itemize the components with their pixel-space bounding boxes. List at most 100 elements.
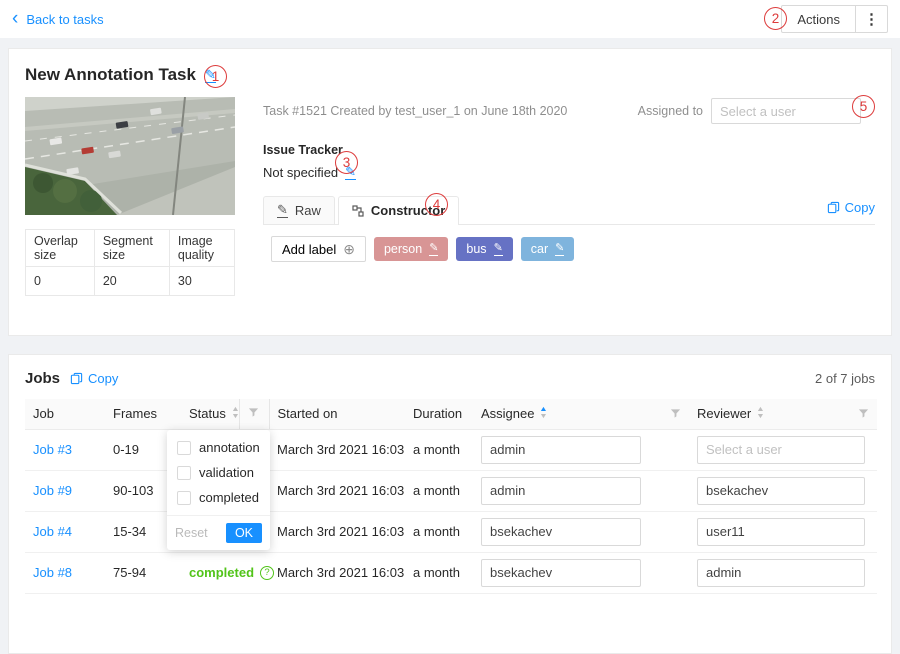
- filter-funnel-icon: [248, 407, 259, 418]
- jobs-count: 2 of 7 jobs: [815, 371, 875, 386]
- jobs-table-header-row: Job Frames Status Started on Duration As…: [25, 399, 877, 429]
- column-assignee-label: Assignee: [481, 406, 534, 421]
- duration-cell: a month: [405, 429, 473, 470]
- label-chip-person-name: person: [384, 242, 422, 256]
- filter-ok-button[interactable]: OK: [226, 523, 262, 543]
- frames-cell: 75-94: [105, 552, 181, 593]
- job-link[interactable]: Job #3: [33, 442, 72, 457]
- reviewer-input[interactable]: [697, 436, 865, 464]
- filter-option-annotation-label: annotation: [199, 440, 260, 455]
- param-header-segment: Segment size: [94, 230, 169, 267]
- task-preview-image: [25, 97, 235, 215]
- checkbox-completed[interactable]: [177, 491, 191, 505]
- reviewer-input[interactable]: [697, 559, 865, 587]
- reviewer-input[interactable]: [697, 477, 865, 505]
- question-circle-icon[interactable]: ?: [260, 566, 274, 580]
- param-value-overlap: 0: [26, 267, 95, 296]
- tab-raw-label: Raw: [295, 203, 321, 218]
- param-value-segment: 20: [94, 267, 169, 296]
- filter-reset-button[interactable]: Reset: [175, 526, 208, 540]
- labels-constructor-area: Add label ⊕ person ✎ bus ✎ car ✎: [263, 225, 875, 273]
- status-completed-label: completed: [189, 565, 254, 580]
- top-navigation-bar: ‹ Back to tasks Actions ⋮: [0, 0, 900, 38]
- task-meta-text: Task #1521 Created by test_user_1 on Jun…: [263, 104, 567, 118]
- label-chip-car-name: car: [531, 242, 548, 256]
- pencil-icon: ✎: [277, 203, 288, 218]
- label-chip-person[interactable]: person ✎: [374, 237, 448, 261]
- task-assignee-select[interactable]: [711, 98, 861, 124]
- labels-tabs-bar: ✎ Raw Constructor Copy: [263, 196, 875, 225]
- jobs-table: Job Frames Status Started on Duration As…: [25, 399, 877, 594]
- jobs-card: Jobs Copy 2 of 7 jobs Job Frames Status: [8, 354, 892, 654]
- job-link[interactable]: Job #8: [33, 565, 72, 580]
- assignee-input[interactable]: [481, 436, 641, 464]
- actions-button[interactable]: Actions: [781, 5, 856, 33]
- column-frames-label: Frames: [113, 406, 157, 421]
- assignee-input[interactable]: [481, 477, 641, 505]
- edit-label-icon[interactable]: ✎: [429, 243, 438, 256]
- plus-circle-icon: ⊕: [343, 242, 355, 256]
- job-row: Job #3 0-19 March 3rd 2021 16:03 a month: [25, 429, 877, 470]
- label-chip-bus[interactable]: bus ✎: [456, 237, 512, 261]
- column-header-status[interactable]: Status: [181, 399, 239, 429]
- column-job-label: Job: [33, 406, 54, 421]
- back-to-tasks-label: Back to tasks: [26, 12, 103, 27]
- task-details-card: New Annotation Task ✎: [8, 48, 892, 336]
- edit-label-icon[interactable]: ✎: [494, 243, 503, 256]
- column-header-reviewer[interactable]: Reviewer: [689, 399, 877, 429]
- status-cell: completed ?: [181, 552, 269, 593]
- label-chip-car[interactable]: car ✎: [521, 237, 575, 261]
- actions-button-group: Actions ⋮: [781, 5, 888, 33]
- edit-issue-tracker-icon[interactable]: ✎: [345, 165, 356, 180]
- issue-tracker-label: Issue Tracker: [263, 143, 875, 157]
- job-row: Job #9 90-103 March 3rd 2021 16:03 a mon…: [25, 470, 877, 511]
- reviewer-input[interactable]: [697, 518, 865, 546]
- filter-option-validation[interactable]: validation: [167, 460, 270, 485]
- started-cell: March 3rd 2021 16:03: [269, 470, 405, 511]
- reviewer-sort-icons[interactable]: [757, 407, 764, 420]
- column-reviewer-label: Reviewer: [697, 406, 751, 421]
- add-label-button[interactable]: Add label ⊕: [271, 236, 366, 262]
- edit-label-icon[interactable]: ✎: [555, 243, 564, 256]
- param-header-overlap: Overlap size: [26, 230, 95, 267]
- assigned-to-group: Assigned to: [638, 98, 861, 124]
- status-filter-button[interactable]: [239, 399, 269, 429]
- reviewer-filter-button[interactable]: [858, 408, 869, 419]
- copy-labels-link[interactable]: Copy: [827, 200, 875, 221]
- edit-task-name-icon[interactable]: ✎: [205, 68, 216, 83]
- filter-funnel-icon: [670, 408, 681, 419]
- assignee-input[interactable]: [481, 559, 641, 587]
- tab-constructor[interactable]: Constructor: [338, 196, 459, 225]
- started-cell: March 3rd 2021 16:03: [269, 429, 405, 470]
- task-title-row: New Annotation Task ✎: [25, 63, 875, 87]
- tab-raw[interactable]: ✎ Raw: [263, 196, 335, 224]
- copy-jobs-label: Copy: [88, 371, 118, 386]
- checkbox-validation[interactable]: [177, 466, 191, 480]
- filter-option-annotation[interactable]: annotation: [167, 435, 270, 460]
- job-row: Job #4 15-34 March 3rd 2021 16:03 a mont…: [25, 511, 877, 552]
- copy-jobs-link[interactable]: Copy: [70, 371, 118, 386]
- actions-more-button[interactable]: ⋮: [856, 5, 888, 33]
- column-header-job: Job: [25, 399, 105, 429]
- started-cell: March 3rd 2021 16:03: [269, 552, 405, 593]
- copy-icon: [70, 372, 83, 385]
- param-header-quality: Image quality: [169, 230, 234, 267]
- status-sort-icons[interactable]: [232, 407, 239, 420]
- assignee-input[interactable]: [481, 518, 641, 546]
- task-right-column: Task #1521 Created by test_user_1 on Jun…: [263, 97, 875, 296]
- filter-funnel-icon: [858, 408, 869, 419]
- assignee-sort-icons[interactable]: [540, 407, 547, 420]
- job-link[interactable]: Job #4: [33, 524, 72, 539]
- kebab-menu-icon: ⋮: [864, 10, 879, 28]
- assignee-filter-button[interactable]: [670, 408, 681, 419]
- duration-cell: a month: [405, 552, 473, 593]
- job-row: Job #8 75-94 completed ? March 3rd 2021 …: [25, 552, 877, 593]
- back-to-tasks-link[interactable]: ‹ Back to tasks: [12, 11, 104, 28]
- jobs-title: Jobs: [25, 370, 60, 387]
- column-status-label: Status: [189, 406, 226, 421]
- job-link[interactable]: Job #9: [33, 483, 72, 498]
- checkbox-annotation[interactable]: [177, 441, 191, 455]
- filter-option-validation-label: validation: [199, 465, 254, 480]
- column-header-assignee[interactable]: Assignee: [473, 399, 689, 429]
- filter-option-completed[interactable]: completed: [167, 485, 270, 510]
